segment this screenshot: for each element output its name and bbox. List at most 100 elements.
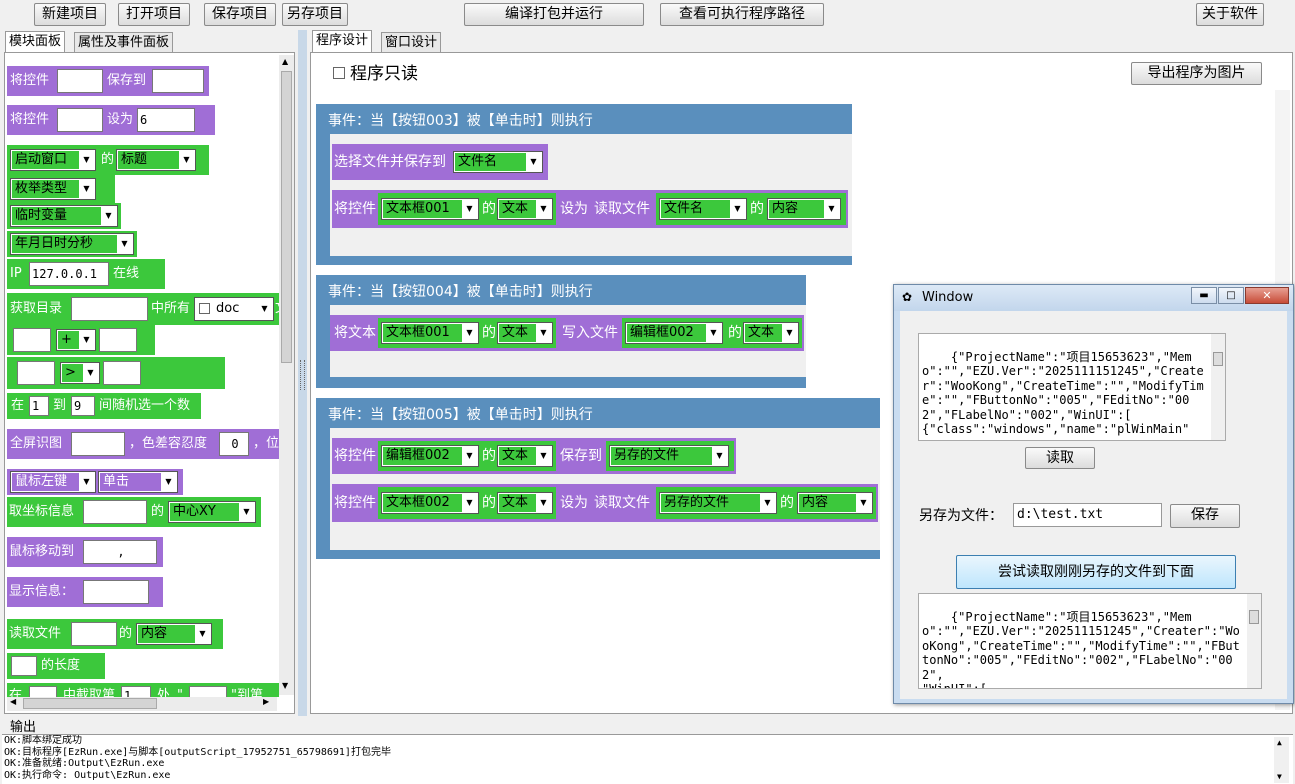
mouse-button-select[interactable]: 鼠标左键 ▼ bbox=[10, 471, 96, 493]
property-select[interactable]: 文本 ▼ bbox=[497, 198, 553, 220]
statement-select-file[interactable]: 选择文件并保存到 文件名 ▼ bbox=[332, 144, 548, 180]
checkbox[interactable] bbox=[199, 303, 210, 314]
property-select[interactable]: 文本 ▼ bbox=[497, 322, 553, 344]
palette-block-random-number[interactable]: 在 1 到 9 间随机选一个数 bbox=[7, 393, 201, 419]
control-slot[interactable] bbox=[57, 69, 103, 93]
palette-block-save-control[interactable]: 将控件 保存到 bbox=[7, 66, 209, 96]
palette-block-screen-image-search[interactable]: 全屏识图 ，色差容忍度 0 ，位 bbox=[7, 429, 279, 459]
save-as-project-button[interactable]: 另存项目 bbox=[282, 3, 348, 26]
value-input[interactable]: 6 bbox=[137, 108, 195, 132]
file-type-select[interactable]: doc ▼ bbox=[194, 297, 274, 321]
edit-control-select[interactable]: 编辑框002 ▼ bbox=[381, 445, 479, 467]
scroll-down-icon[interactable]: ▼ bbox=[282, 681, 288, 690]
palette-block-show-info[interactable]: 显示信息： bbox=[7, 577, 163, 607]
palette-horizontal-scrollbar[interactable]: ◀ ▶ bbox=[7, 696, 277, 711]
directory-slot[interactable] bbox=[71, 297, 148, 321]
compile-run-button[interactable]: 编译打包并运行 bbox=[464, 3, 644, 26]
control-select[interactable]: 文本框002 ▼ bbox=[381, 492, 479, 514]
ip-input[interactable]: 127.0.0.1 bbox=[29, 262, 109, 286]
statement-write-file[interactable]: 将文本 文本框001 ▼ 的 文本 ▼ 写入文件 编辑框002 ▼ 的 文本 ▼ bbox=[330, 315, 804, 351]
event-block-button003[interactable]: 事件：当【按钮003】被【单击时】则执行 选择文件并保存到 文件名 ▼ 将控件 文… bbox=[316, 104, 852, 265]
property-select[interactable]: 标题 ▼ bbox=[116, 149, 196, 171]
minimize-button[interactable]: ▬ bbox=[1191, 287, 1217, 304]
operand-right[interactable] bbox=[103, 361, 141, 385]
scroll-down-icon[interactable]: ▼ bbox=[1277, 771, 1282, 783]
tab-properties-events[interactable]: 属性及事件面板 bbox=[74, 32, 174, 53]
position-input[interactable]: , bbox=[83, 540, 157, 564]
tab-modules[interactable]: 模块面板 bbox=[5, 31, 66, 53]
operator-select[interactable]: + ▼ bbox=[56, 329, 96, 351]
palette-block-substring[interactable]: 在 中截取第 1 处 " "到第 bbox=[7, 683, 279, 697]
variable-select[interactable]: 临时变量 ▼ bbox=[10, 205, 118, 227]
control-select[interactable]: 文本框001 ▼ bbox=[381, 198, 479, 220]
statement-set-textbox-from-file[interactable]: 将控件 文本框002 ▼ 的 文本 ▼ 设为 读取文件 另存的文件 ▼ 的 内容 ▼ bbox=[332, 484, 878, 522]
control-select[interactable]: 文本框001 ▼ bbox=[381, 322, 479, 344]
new-project-button[interactable]: 新建项目 bbox=[34, 3, 106, 26]
delimiter-input[interactable] bbox=[189, 686, 227, 697]
export-image-button[interactable]: 导出程序为图片 bbox=[1131, 62, 1262, 85]
palette-block-mouse-move[interactable]: 鼠标移动到 , bbox=[7, 537, 163, 567]
popup-titlebar[interactable]: ✿ Window ▬ □ ✕ bbox=[894, 285, 1293, 311]
palette-block-enum-type[interactable]: 枚举类型 ▼ bbox=[7, 175, 115, 203]
event-block-button004[interactable]: 事件：当【按钮004】被【单击时】则执行 将文本 文本框001 ▼ 的 文本 ▼ 写… bbox=[316, 275, 806, 388]
enum-select[interactable]: 枚举类型 ▼ bbox=[10, 178, 96, 200]
min-input[interactable]: 1 bbox=[29, 396, 49, 416]
palette-block-mouse-action[interactable]: 鼠标左键 ▼ 单击 ▼ bbox=[7, 469, 183, 495]
palette-vertical-scrollbar[interactable]: ▲ ▼ bbox=[279, 55, 294, 695]
coordinate-select[interactable]: 中心XY ▼ bbox=[168, 501, 256, 523]
tab-program-design[interactable]: 程序设计 bbox=[312, 30, 373, 52]
panel-splitter[interactable] bbox=[298, 30, 307, 716]
scroll-up-icon[interactable]: ▲ bbox=[282, 57, 288, 66]
hscroll-right-icon[interactable]: ▶ bbox=[263, 697, 269, 706]
maximize-button[interactable]: □ bbox=[1218, 287, 1244, 304]
statement-save-edit[interactable]: 将控件 编辑框002 ▼ 的 文本 ▼ 保存到 另存的文件 ▼ bbox=[332, 438, 736, 474]
file-property-select[interactable]: 内容 ▼ bbox=[136, 623, 212, 645]
save-button[interactable]: 保存 bbox=[1170, 504, 1240, 528]
property-select[interactable]: 文本 ▼ bbox=[497, 492, 553, 514]
palette-block-read-file[interactable]: 读取文件 的 内容 ▼ bbox=[7, 619, 223, 649]
value-slot[interactable] bbox=[11, 656, 37, 676]
palette-block-compare[interactable]: > ▼ bbox=[7, 357, 225, 389]
file-property-select[interactable]: 内容 ▼ bbox=[767, 198, 841, 220]
textarea-scrollbar[interactable] bbox=[1211, 334, 1225, 440]
scroll-thumb[interactable] bbox=[1213, 352, 1223, 366]
filename-select[interactable]: 文件名 ▼ bbox=[453, 151, 543, 173]
scroll-up-icon[interactable]: ▲ bbox=[1277, 737, 1282, 749]
comparison-select[interactable]: > ▼ bbox=[60, 362, 100, 384]
palette-block-get-coordinates[interactable]: 取坐标信息 的 中心XY ▼ bbox=[7, 497, 261, 527]
json-textarea-bottom[interactable]: {"ProjectName":"项目15653623","Memo":"","E… bbox=[918, 593, 1262, 689]
file-slot[interactable] bbox=[71, 622, 117, 646]
datetime-select[interactable]: 年月日时分秒 ▼ bbox=[10, 233, 134, 255]
palette-block-temp-variable[interactable]: 临时变量 ▼ bbox=[7, 203, 121, 229]
try-read-button[interactable]: 尝试读取刚刚另存的文件到下面 bbox=[956, 555, 1236, 589]
output-scrollbar[interactable]: ▲ ▼ bbox=[1274, 737, 1289, 783]
property-select[interactable]: 文本 ▼ bbox=[497, 445, 553, 467]
view-exe-path-button[interactable]: 查看可执行程序路径 bbox=[660, 3, 824, 26]
saved-file-select[interactable]: 另存的文件 ▼ bbox=[609, 445, 729, 467]
file-property-select[interactable]: 内容 ▼ bbox=[797, 492, 873, 514]
control-slot[interactable] bbox=[57, 108, 103, 132]
message-slot[interactable] bbox=[83, 580, 149, 604]
palette-block-datetime[interactable]: 年月日时分秒 ▼ bbox=[7, 231, 137, 257]
index-input[interactable]: 1 bbox=[121, 686, 151, 697]
scroll-thumb[interactable] bbox=[1249, 610, 1259, 624]
event-block-button005[interactable]: 事件：当【按钮005】被【单击时】则执行 将控件 编辑框002 ▼ 的 文本 ▼ 保… bbox=[316, 398, 880, 559]
image-slot[interactable] bbox=[71, 432, 125, 456]
click-type-select[interactable]: 单击 ▼ bbox=[98, 471, 178, 493]
palette-block-length[interactable]: 的长度 bbox=[7, 653, 105, 679]
close-button[interactable]: ✕ bbox=[1245, 287, 1289, 304]
saved-file-select[interactable]: 另存的文件 ▼ bbox=[659, 492, 777, 514]
palette-block-arithmetic[interactable]: + ▼ bbox=[7, 325, 155, 355]
json-textarea-top[interactable]: {"ProjectName":"项目15653623","Memo":"","E… bbox=[918, 333, 1226, 441]
hscroll-left-icon[interactable]: ◀ bbox=[10, 697, 16, 706]
statement-set-textbox[interactable]: 将控件 文本框001 ▼ 的 文本 ▼ 设为 读取文件 文件名 ▼ 的 内容 ▼ bbox=[332, 190, 848, 228]
scroll-thumb[interactable] bbox=[281, 71, 292, 363]
text-slot[interactable] bbox=[29, 686, 57, 697]
textarea-scrollbar[interactable] bbox=[1247, 594, 1261, 688]
readonly-checkbox[interactable] bbox=[333, 67, 345, 79]
save-path-input[interactable]: d:\test.txt bbox=[1013, 503, 1162, 527]
window-select[interactable]: 启动窗口 ▼ bbox=[10, 149, 96, 171]
operand-right[interactable] bbox=[99, 328, 137, 352]
palette-block-startup-window[interactable]: 启动窗口 ▼ 的 标题 ▼ bbox=[7, 145, 209, 175]
palette-block-get-directory[interactable]: 获取目录 中所有 doc ▼ 文 bbox=[7, 293, 279, 325]
